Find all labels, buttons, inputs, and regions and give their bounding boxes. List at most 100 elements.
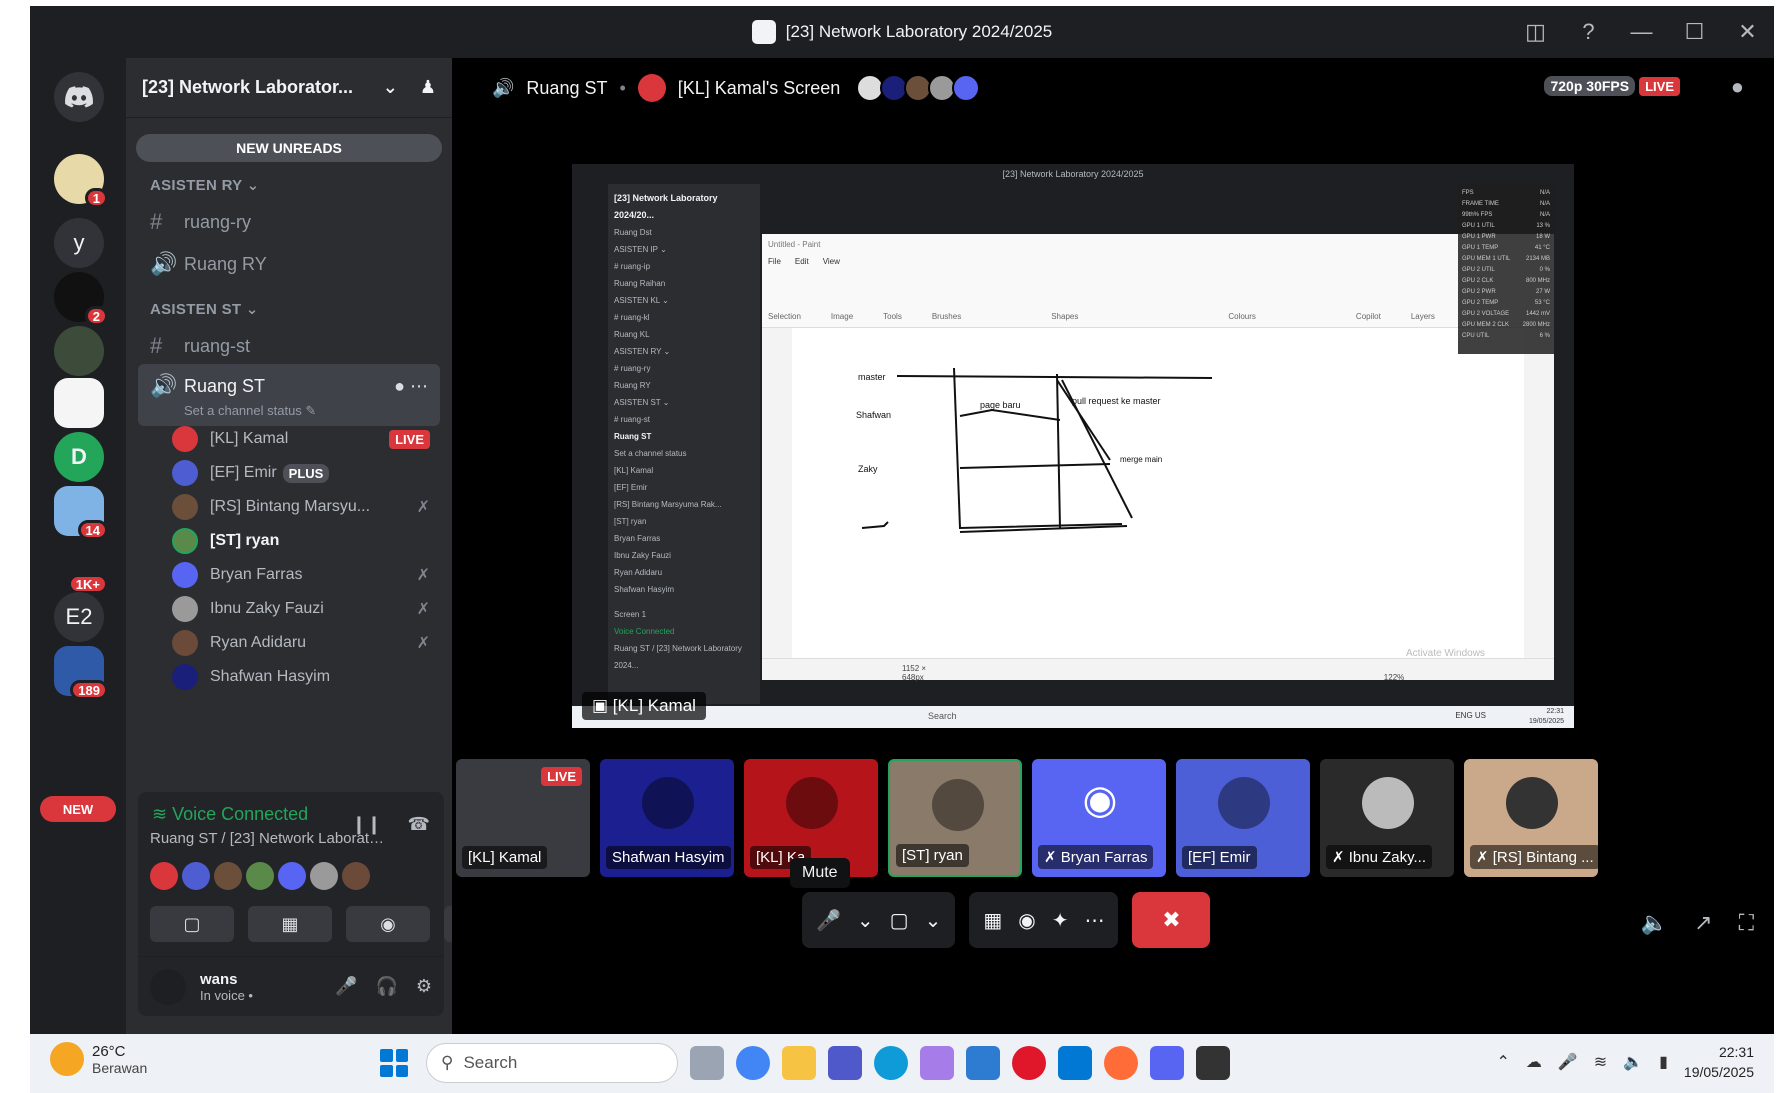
participant-tile[interactable]: Shafwan Hasyim: [600, 759, 734, 877]
participant-tile[interactable]: [ST] ryan: [888, 759, 1022, 877]
participant-tiles: LIVE [KL] Kamal Shafwan Hasyim [KL] Ka [S…: [456, 759, 1598, 877]
noise-suppression-icon[interactable]: ❙❙: [351, 814, 381, 835]
channel-status[interactable]: Set a channel status ✎: [184, 403, 316, 419]
screen-share-icon[interactable]: ▦: [248, 906, 332, 942]
invite-icon[interactable]: ♟: [420, 77, 436, 98]
vscode-icon[interactable]: [1058, 1046, 1092, 1080]
microphone-icon[interactable]: 🎤: [816, 908, 841, 933]
volume-icon[interactable]: 🔈: [1641, 910, 1668, 936]
voice-member[interactable]: [ST] ryan: [172, 524, 430, 558]
chevron-down-icon[interactable]: ⌄: [925, 908, 942, 933]
file-explorer-icon[interactable]: [782, 1046, 816, 1080]
shared-search: Search: [928, 711, 957, 721]
disconnect-button[interactable]: ✖: [1132, 892, 1211, 948]
channel-name[interactable]: Ruang ST: [526, 78, 607, 99]
volume-icon[interactable]: 🔈: [1623, 1052, 1643, 1072]
new-badge[interactable]: NEW: [40, 796, 116, 822]
unread-badge: 14: [77, 520, 108, 540]
participant-tile[interactable]: LIVE [KL] Kamal: [456, 759, 590, 877]
server-icon-d[interactable]: D: [54, 432, 104, 482]
voice-member[interactable]: Ryan Adidaru ✗: [172, 626, 430, 660]
stat-label: 99th% FPS: [1462, 212, 1493, 218]
server-icon-e2[interactable]: E2: [54, 592, 104, 642]
category-header[interactable]: ASISTEN ST ⌄: [150, 300, 259, 318]
chat-bubble-icon[interactable]: ● ⋯: [394, 376, 428, 397]
activity-icon[interactable]: ◉: [346, 906, 430, 942]
channel-ruang-ry[interactable]: # ruang-ry: [138, 202, 440, 242]
help-icon[interactable]: ?: [1562, 19, 1615, 45]
avatar[interactable]: [150, 968, 186, 1005]
copilot-icon[interactable]: [920, 1046, 954, 1080]
screen-share-icon[interactable]: ▦: [983, 908, 1002, 933]
start-icon[interactable]: [374, 1043, 414, 1083]
chat-bubble-icon[interactable]: ●: [1731, 74, 1744, 100]
activity-icon[interactable]: ◉: [1018, 908, 1035, 933]
terminal-icon[interactable]: [1196, 1046, 1230, 1080]
soundboard-icon[interactable]: ✦: [1052, 908, 1069, 933]
voice-member[interactable]: Bryan Farras ✗: [172, 558, 430, 592]
chevron-down-icon[interactable]: ⌄: [857, 908, 874, 933]
shared-screen[interactable]: [23] Network Laboratory 2024/2025 [23] N…: [572, 164, 1574, 728]
search-box[interactable]: ⚲ Search: [426, 1043, 678, 1083]
chevron-up-icon[interactable]: ⌃: [1496, 1052, 1509, 1072]
weather-widget[interactable]: 26°C Berawan: [50, 1042, 147, 1076]
voice-member[interactable]: [RS] Bintang Marsyu... ✗: [172, 490, 430, 524]
camera-off-icon[interactable]: ▢: [150, 906, 234, 942]
participant-tile[interactable]: ◉ ✗ Bryan Farras: [1032, 759, 1166, 877]
tile-name: [ST] ryan: [896, 844, 969, 867]
discord-home-icon[interactable]: [54, 72, 104, 122]
voice-channel-ruang-ry[interactable]: 🔊 Ruang RY: [138, 244, 440, 284]
participant-tile[interactable]: ✗ [RS] Bintang ...: [1464, 759, 1598, 877]
voice-channel-ruang-st[interactable]: 🔊 Ruang ST ● ⋯ Set a channel status ✎: [138, 364, 440, 426]
store-icon[interactable]: [966, 1046, 1000, 1080]
clock[interactable]: 22:31 19/05/2025: [1684, 1042, 1754, 1082]
more-icon[interactable]: ⋯: [1084, 908, 1104, 933]
headphones-icon[interactable]: 🎧: [375, 976, 397, 997]
onedrive-icon[interactable]: ☁: [1526, 1052, 1542, 1072]
postman-icon[interactable]: [1104, 1046, 1138, 1080]
category-header[interactable]: ASISTEN RY ⌄: [150, 176, 260, 194]
voice-member[interactable]: Ibnu Zaky Fauzi ✗: [172, 592, 430, 626]
new-unreads-banner[interactable]: NEW UNREADS: [136, 134, 442, 162]
server-icon-sky[interactable]: 14: [54, 486, 108, 540]
voice-member[interactable]: [KL] Kamal LIVE: [172, 422, 430, 456]
fullscreen-icon[interactable]: ⛶: [1739, 910, 1754, 936]
camera-off-icon[interactable]: ▢: [890, 908, 909, 933]
popout-icon[interactable]: ↗: [1694, 910, 1712, 936]
task-view-icon[interactable]: [690, 1046, 724, 1080]
opera-icon[interactable]: [1012, 1046, 1046, 1080]
close-button[interactable]: ✕: [1721, 19, 1774, 45]
guild-header[interactable]: [23] Network Laborator... ⌄ ♟: [126, 58, 452, 118]
discord-icon[interactable]: [1150, 1046, 1184, 1080]
voice-connected-status[interactable]: ≋ Voice Connected: [152, 804, 308, 825]
microphone-icon[interactable]: 🎤: [1558, 1052, 1578, 1072]
inbox-icon[interactable]: ◫: [1509, 19, 1562, 45]
avatar: [278, 862, 306, 890]
maximize-button[interactable]: ☐: [1668, 19, 1721, 45]
gear-icon[interactable]: ⚙: [416, 976, 432, 997]
live-badge: LIVE: [541, 767, 582, 786]
channel-ruang-st[interactable]: # ruang-st: [138, 326, 440, 366]
battery-icon[interactable]: ▮: [1659, 1052, 1668, 1072]
voice-member[interactable]: [EF] Emir PLUS: [172, 456, 430, 490]
tile-name: [KL] Kamal: [462, 846, 548, 869]
server-icon-y[interactable]: y: [54, 218, 104, 268]
disconnect-icon[interactable]: ☎: [408, 814, 430, 835]
server-icon-tree[interactable]: 1K+: [54, 540, 108, 594]
participant-tile[interactable]: ✗ Ibnu Zaky...: [1320, 759, 1454, 877]
server-icon-anime[interactable]: [54, 326, 104, 376]
viewer-avatars[interactable]: [856, 74, 981, 102]
teams-icon[interactable]: [828, 1046, 862, 1080]
server-icon-daemons[interactable]: 2: [54, 272, 108, 326]
participant-tile[interactable]: [EF] Emir: [1176, 759, 1310, 877]
server-icon-flower[interactable]: [54, 378, 104, 428]
chrome-icon[interactable]: [736, 1046, 770, 1080]
edge-icon[interactable]: [874, 1046, 908, 1080]
tile-name-text: Ibnu Zaky...: [1348, 849, 1427, 866]
server-icon-folder[interactable]: 189: [54, 646, 108, 700]
voice-member[interactable]: Shafwan Hasyim: [172, 660, 430, 694]
wifi-icon[interactable]: ≋: [1594, 1052, 1607, 1072]
minimize-button[interactable]: —: [1615, 19, 1668, 45]
server-icon-moon[interactable]: 1: [54, 154, 108, 208]
microphone-icon[interactable]: 🎤: [335, 976, 357, 997]
